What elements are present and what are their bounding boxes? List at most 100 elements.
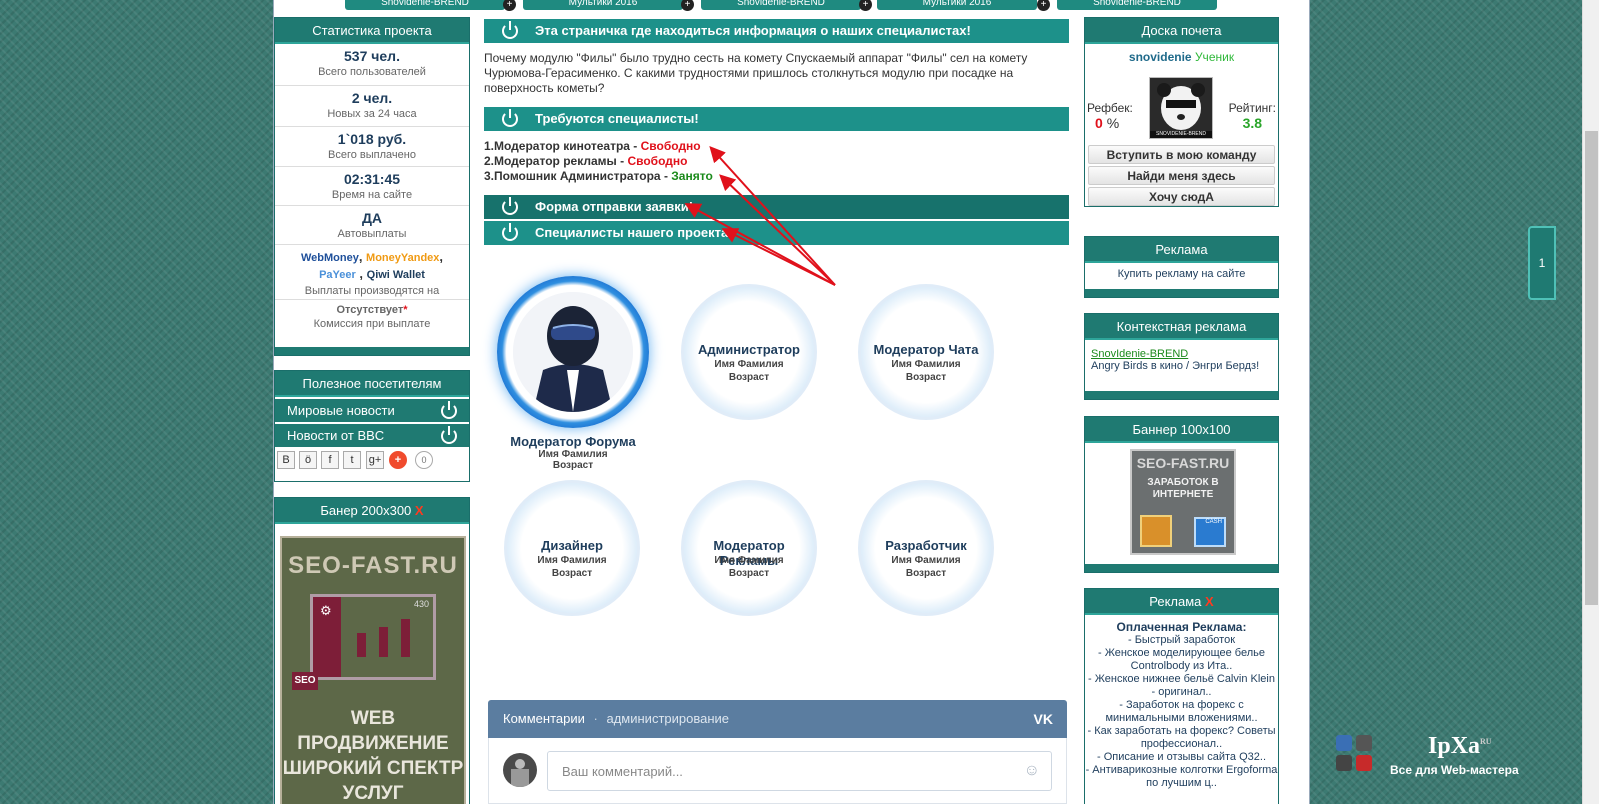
paid-ads-list: - Быстрый заработок - Женское моделирующ… bbox=[1085, 634, 1278, 790]
vk-share-button[interactable]: B bbox=[277, 451, 295, 469]
member-age: Возраст bbox=[905, 568, 947, 579]
member-title: Администратор bbox=[698, 342, 800, 357]
context-ad-text[interactable]: Angry Birds в кино / Энгри Бердз! bbox=[1085, 360, 1278, 372]
paid-ad-link[interactable]: - Быстрый заработок bbox=[1085, 634, 1278, 647]
power-icon bbox=[502, 197, 518, 215]
plus-icon[interactable]: + bbox=[859, 0, 872, 11]
member-name: Имя Фамилия bbox=[714, 359, 784, 370]
scrollbar[interactable] bbox=[1582, 0, 1599, 804]
spec-status: Свободно bbox=[627, 154, 688, 168]
member-title: Дизайнер bbox=[541, 538, 603, 553]
power-icon bbox=[502, 21, 518, 39]
plus-icon[interactable]: + bbox=[681, 0, 694, 11]
banner-number: 430 bbox=[413, 599, 429, 609]
panel-footer bbox=[1085, 289, 1278, 297]
arrow-line bbox=[719, 174, 836, 286]
googleplus-share-button[interactable]: g+ bbox=[366, 451, 384, 469]
more-share-button[interactable]: + bbox=[389, 451, 407, 469]
seo-fast-small-banner[interactable]: SEO-FAST.RU ЗАРАБОТОК В ИНТЕРНЕТЕ CASH bbox=[1130, 449, 1236, 555]
comments-title[interactable]: Комментарии bbox=[503, 711, 585, 726]
facebook-share-button[interactable]: f bbox=[321, 451, 339, 469]
team-member-admin[interactable]: Администратор Имя Фамилия Возраст bbox=[681, 284, 817, 420]
paid-ad-link[interactable]: - Описание и отзывы сайта Q32.. bbox=[1085, 751, 1278, 764]
top-tab-3[interactable]: Snovidenie-BREND bbox=[701, 0, 861, 10]
commission-star: * bbox=[403, 304, 408, 316]
yandex-label: MoneyYandex bbox=[366, 252, 440, 264]
cash-label: CASH bbox=[1205, 519, 1222, 525]
stat-autopay: ДА Автовыплаты bbox=[275, 206, 469, 245]
spec-name: Модератор кинотеатра bbox=[494, 139, 630, 153]
spec-num: 3. bbox=[484, 169, 495, 183]
team-member-developer[interactable]: Разработчик Имя Фамилия Возраст bbox=[858, 480, 994, 616]
top-tab-5[interactable]: Snovidenie-BREND bbox=[1057, 0, 1217, 10]
form-bar-title: Форма отправки заявки! bbox=[535, 199, 694, 214]
smile-icon[interactable]: ☺ bbox=[1024, 762, 1040, 780]
ads-title: Реклама bbox=[1085, 237, 1278, 263]
twitter-share-button[interactable]: t bbox=[343, 451, 361, 469]
stat-label: Время на сайте bbox=[331, 189, 413, 201]
scrollbar-thumb[interactable] bbox=[1585, 131, 1598, 605]
username[interactable]: snovidenie bbox=[1129, 50, 1192, 64]
featured-caption: Модератор Форума Имя Фамилия Возраст bbox=[497, 434, 649, 471]
spec-item-2: 2.Модератор рекламы - Свободно bbox=[484, 154, 687, 168]
top-tabs: Snovidenie-BREND + Мультики 2016 + Snovi… bbox=[345, 0, 1305, 11]
useful-item-world-news[interactable]: Мировые новости bbox=[275, 399, 469, 422]
user-line: snovidenie Ученик bbox=[1085, 44, 1278, 64]
useful-item-bbc[interactable]: Новости от BBC bbox=[275, 424, 469, 447]
team-member-ads-moderator[interactable]: Модератор Рекламы Имя Фамилия Возраст bbox=[681, 480, 817, 616]
rating-label: Рейтинг: bbox=[1228, 101, 1276, 115]
plus-icon[interactable]: + bbox=[503, 0, 516, 11]
ok-share-button[interactable]: ö bbox=[299, 451, 317, 469]
money-icon bbox=[1140, 515, 1172, 547]
close-icon[interactable]: X bbox=[1205, 594, 1214, 609]
paid-ad-link[interactable]: - Антиварикозные колготки Ergoforma по л… bbox=[1085, 764, 1278, 790]
paid-ad-link[interactable]: - Заработок на форекс с минимальными вло… bbox=[1085, 699, 1278, 725]
spec-name: Помошник Администратора bbox=[494, 169, 661, 183]
user-avatar[interactable]: SNOVIDENIE-BREND bbox=[1149, 77, 1213, 139]
join-team-button[interactable]: Вступить в мою команду bbox=[1088, 145, 1275, 164]
comments-body: ☺ bbox=[488, 738, 1067, 804]
seo-fast-banner[interactable]: SEO-FAST.RU ⚙ 430 SEO WEB ПРОДВИЖЕНИЕ ШИ… bbox=[280, 536, 466, 804]
stat-label: Всего пользователей bbox=[318, 66, 426, 78]
share-count: 0 bbox=[415, 451, 433, 469]
member-age: Возраст bbox=[905, 372, 947, 383]
monitor-icon: ⚙ 430 bbox=[310, 594, 436, 680]
wallet-icon: CASH bbox=[1194, 517, 1226, 547]
team-member-chat-moderator[interactable]: Модератор Чата Имя Фамилия Возраст bbox=[858, 284, 994, 420]
comment-input[interactable] bbox=[547, 751, 1052, 791]
paid-ad-link[interactable]: - Женское нижнее бельё Calvin Klein - ор… bbox=[1085, 673, 1278, 699]
panel-footer bbox=[1085, 564, 1278, 572]
paid-ads-title: Реклама X bbox=[1085, 589, 1278, 615]
refback: Рефбек: 0 % bbox=[1087, 101, 1133, 131]
avatar bbox=[513, 292, 633, 412]
paid-ad-link[interactable]: - Женское моделирующее белье Controlbody… bbox=[1085, 647, 1278, 673]
buy-ads-link[interactable]: Купить рекламу на сайте bbox=[1085, 263, 1278, 281]
team-member-designer[interactable]: Дизайнер Имя Фамилия Возраст bbox=[504, 480, 640, 616]
banner200-panel: Банер 200x300 X SEO-FAST.RU ⚙ 430 SEO WE… bbox=[274, 497, 470, 804]
banner-line: ШИРОКИЙ СПЕКТР bbox=[282, 758, 464, 779]
stat-users: 537 чел. Всего пользователей bbox=[275, 44, 469, 86]
power-icon bbox=[502, 109, 518, 127]
close-icon[interactable]: X bbox=[415, 503, 424, 518]
find-me-button[interactable]: Найди меня здесь bbox=[1088, 166, 1275, 185]
board-buttons: Вступить в мою команду Найди меня здесь … bbox=[1085, 143, 1278, 206]
stat-label: Всего выплачено bbox=[328, 149, 416, 161]
banner-text: ЗАРАБОТОК В ИНТЕРНЕТЕ bbox=[1147, 477, 1219, 500]
spec-sep: - bbox=[660, 169, 672, 183]
team-member-forum-moderator[interactable] bbox=[497, 276, 649, 428]
side-feedback-tab[interactable]: 1 bbox=[1528, 226, 1556, 300]
top-tab-label: Мультики 2016 bbox=[922, 0, 992, 8]
plus-icon[interactable]: + bbox=[1037, 0, 1050, 11]
user-rank: Ученик bbox=[1194, 50, 1235, 64]
paid-ad-link[interactable]: - Как заработать на форекс? Советы профе… bbox=[1085, 725, 1278, 751]
context-ads-title: Контекстная реклама bbox=[1085, 314, 1278, 340]
honor-board: Доска почета snovidenie Ученик Рефбек: 0… bbox=[1084, 17, 1279, 207]
top-tab-1[interactable]: Snovidenie-BREND bbox=[345, 0, 505, 10]
rating: Рейтинг: 3.8 bbox=[1229, 101, 1276, 131]
spec-sep: - bbox=[616, 154, 628, 168]
comments-admin-link[interactable]: администрирование bbox=[606, 711, 729, 726]
top-tab-4[interactable]: Мультики 2016 bbox=[877, 0, 1037, 10]
want-here-button[interactable]: Хочу сюдА bbox=[1088, 187, 1275, 206]
context-ad-link[interactable]: SnovIdenie-BREND bbox=[1085, 340, 1278, 360]
top-tab-2[interactable]: Мультики 2016 bbox=[523, 0, 683, 10]
